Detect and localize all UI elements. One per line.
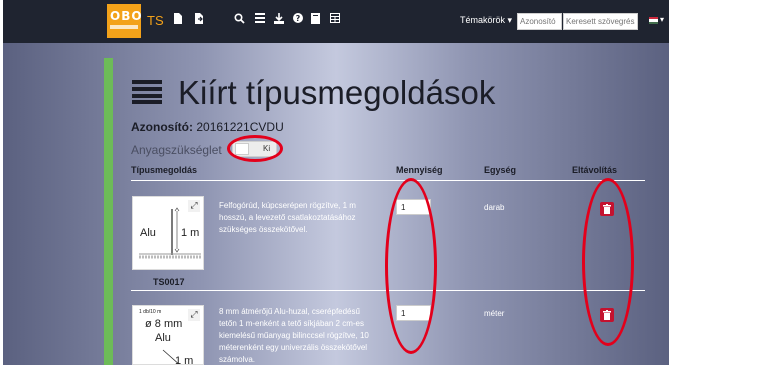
search-icon[interactable] xyxy=(234,13,245,28)
id-search-input[interactable] xyxy=(517,13,562,30)
topics-label: Témakörök xyxy=(460,15,506,25)
hungarian-flag-icon[interactable] xyxy=(649,17,658,24)
download-icon[interactable] xyxy=(274,13,284,28)
unit-value: méter xyxy=(484,309,505,318)
identifier-label: Azonosító: xyxy=(131,120,193,134)
annotation-highlight xyxy=(227,135,283,162)
brand-label[interactable]: TS xyxy=(147,13,164,28)
file-arrow-icon[interactable] xyxy=(195,13,204,28)
header-divider xyxy=(131,180,645,181)
list-icon xyxy=(132,80,162,104)
file-icon[interactable] xyxy=(174,13,182,28)
table-icon[interactable] xyxy=(330,13,340,27)
solution-description: Felfogórúd, kúpcserépen rögzítve, 1 m ho… xyxy=(219,201,356,234)
identifier-value: 20161221CVDU xyxy=(196,120,284,134)
solution-code: TS0017 xyxy=(153,277,185,287)
logo-text: OBO xyxy=(110,9,143,23)
solution-description: 8 mm átmérőjű Alu-huzal, cserépfedésű te… xyxy=(219,307,369,364)
annotation-highlight xyxy=(385,178,437,354)
material-requirement-label: Anyagszükséglet xyxy=(131,143,222,157)
logo-underline xyxy=(110,25,138,29)
annotation-highlight xyxy=(582,178,634,346)
book-icon[interactable] xyxy=(311,13,320,28)
column-header-solution: Típusmegoldás xyxy=(131,165,198,175)
thumb-material: Alu xyxy=(140,227,156,239)
section-accent-bar xyxy=(104,58,113,365)
page-title: Kiírt típusmegoldások xyxy=(178,74,496,111)
svg-text:?: ? xyxy=(296,14,301,23)
solution-thumbnail[interactable]: ⤢ Alu 1 m xyxy=(132,196,204,270)
list-icon[interactable] xyxy=(255,13,265,27)
chevron-down-icon[interactable]: ▾ xyxy=(660,15,664,24)
column-header-remove: Eltávolítás xyxy=(572,165,618,175)
column-header-unit: Egység xyxy=(484,165,517,175)
text-search-input[interactable] xyxy=(563,13,638,30)
thumb-dimension: 1 m xyxy=(181,227,200,239)
help-icon[interactable]: ? xyxy=(293,13,303,27)
identifier-line: Azonosító: 20161221CVDU xyxy=(131,120,284,134)
topics-dropdown[interactable]: Témakörök ▾ xyxy=(460,15,512,26)
solution-thumbnail[interactable]: ⤢ 1 db/10 m ø 8 mm Alu 1 m xyxy=(132,305,204,365)
thumb-dimension: 1 m xyxy=(175,355,194,365)
column-header-quantity: Mennyiség xyxy=(396,165,443,175)
obo-logo[interactable]: OBO xyxy=(107,4,143,38)
expand-icon[interactable]: ⤢ xyxy=(188,200,200,212)
top-navbar: OBO TS ? Témakörök ▾ ▾ xyxy=(3,0,669,43)
unit-value: darab xyxy=(484,203,505,212)
